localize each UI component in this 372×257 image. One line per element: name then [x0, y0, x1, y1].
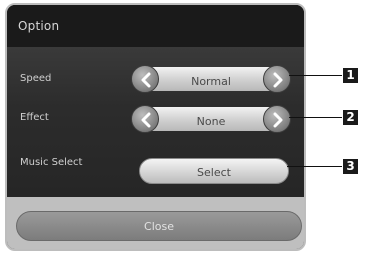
chevron-left-icon	[141, 112, 151, 128]
speed-next-button[interactable]	[263, 65, 291, 93]
close-button[interactable]: Close	[16, 211, 302, 241]
chevron-right-icon	[273, 112, 283, 128]
speed-stepper[interactable]: Normal	[131, 65, 291, 93]
effect-stepper[interactable]: None	[131, 105, 291, 133]
callout-line-1	[289, 75, 342, 76]
music-select-label: Music Select	[20, 157, 83, 168]
chevron-left-icon	[141, 72, 151, 88]
callout-badge-3: 3	[343, 159, 358, 174]
dialog-title-bar: Option	[7, 5, 304, 47]
speed-label: Speed	[20, 73, 52, 84]
callout-badge-2: 2	[343, 110, 358, 125]
select-button-label: Select	[197, 166, 231, 179]
chevron-right-icon	[273, 72, 283, 88]
callout-badge-1: 1	[343, 68, 358, 83]
callout-line-2	[289, 117, 342, 118]
dialog-title: Option	[18, 19, 60, 33]
select-button[interactable]: Select	[139, 158, 289, 184]
option-dialog: Option Speed Normal Effect None Music Se…	[5, 3, 306, 251]
effect-next-button[interactable]	[263, 105, 291, 133]
effect-prev-button[interactable]	[131, 105, 159, 133]
speed-prev-button[interactable]	[131, 65, 159, 93]
close-button-label: Close	[144, 220, 174, 233]
effect-label: Effect	[20, 112, 49, 123]
callout-line-3	[287, 166, 342, 167]
